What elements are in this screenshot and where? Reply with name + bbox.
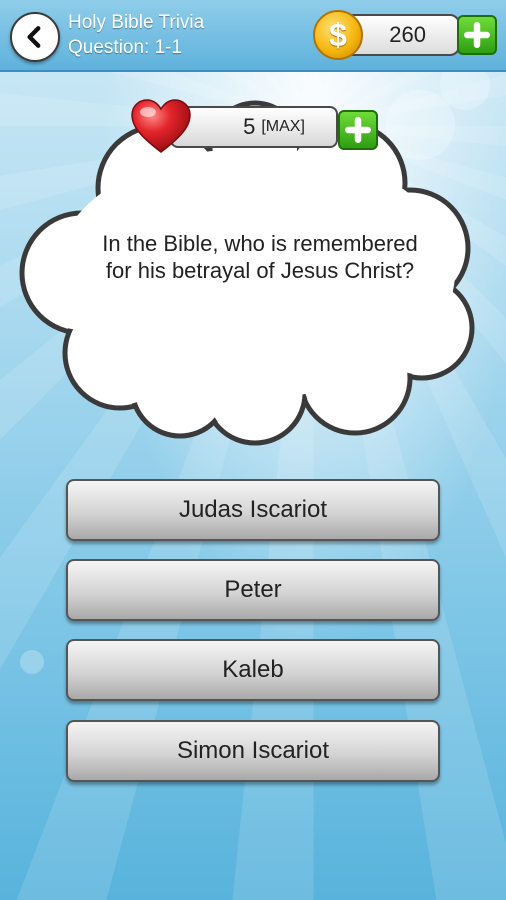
bokeh-light	[20, 650, 44, 674]
lives-display: 5 [MAX]	[170, 106, 338, 148]
answer-label: Simon Iscariot	[176, 737, 330, 764]
back-arrow-icon	[27, 26, 41, 48]
header-title-block: Holy Bible Trivia Question: 1-1	[68, 10, 204, 60]
lives-max-label: [MAX]	[261, 118, 305, 135]
heart-icon	[131, 99, 191, 153]
question-counter: Question: 1-1	[68, 37, 183, 58]
answer-button-1[interactable]: Judas Iscariot	[66, 479, 440, 541]
answer-label: Peter	[224, 576, 282, 603]
app-title: Holy Bible Trivia	[68, 12, 205, 33]
add-coins-button[interactable]	[457, 15, 497, 55]
back-button[interactable]	[10, 12, 60, 62]
coin-icon: $	[313, 10, 363, 60]
top-bar: Holy Bible Trivia Question: 1-1 260 $	[0, 0, 506, 72]
answer-label: Kaleb	[222, 656, 284, 683]
question-cloud: In the Bible, who is remembered for his …	[10, 98, 500, 448]
answer-button-3[interactable]: Kaleb	[66, 639, 440, 701]
answer-button-4[interactable]: Simon Iscariot	[66, 720, 440, 782]
answer-label: Judas Iscariot	[178, 496, 328, 523]
add-lives-button[interactable]	[338, 110, 378, 150]
coin-count: 260	[389, 22, 426, 47]
answer-button-2[interactable]: Peter	[66, 559, 440, 621]
plus-icon	[464, 22, 490, 48]
question-text: In the Bible, who is remembered for his …	[102, 231, 418, 283]
lives-count: 5	[243, 114, 256, 139]
plus-icon	[345, 117, 371, 143]
